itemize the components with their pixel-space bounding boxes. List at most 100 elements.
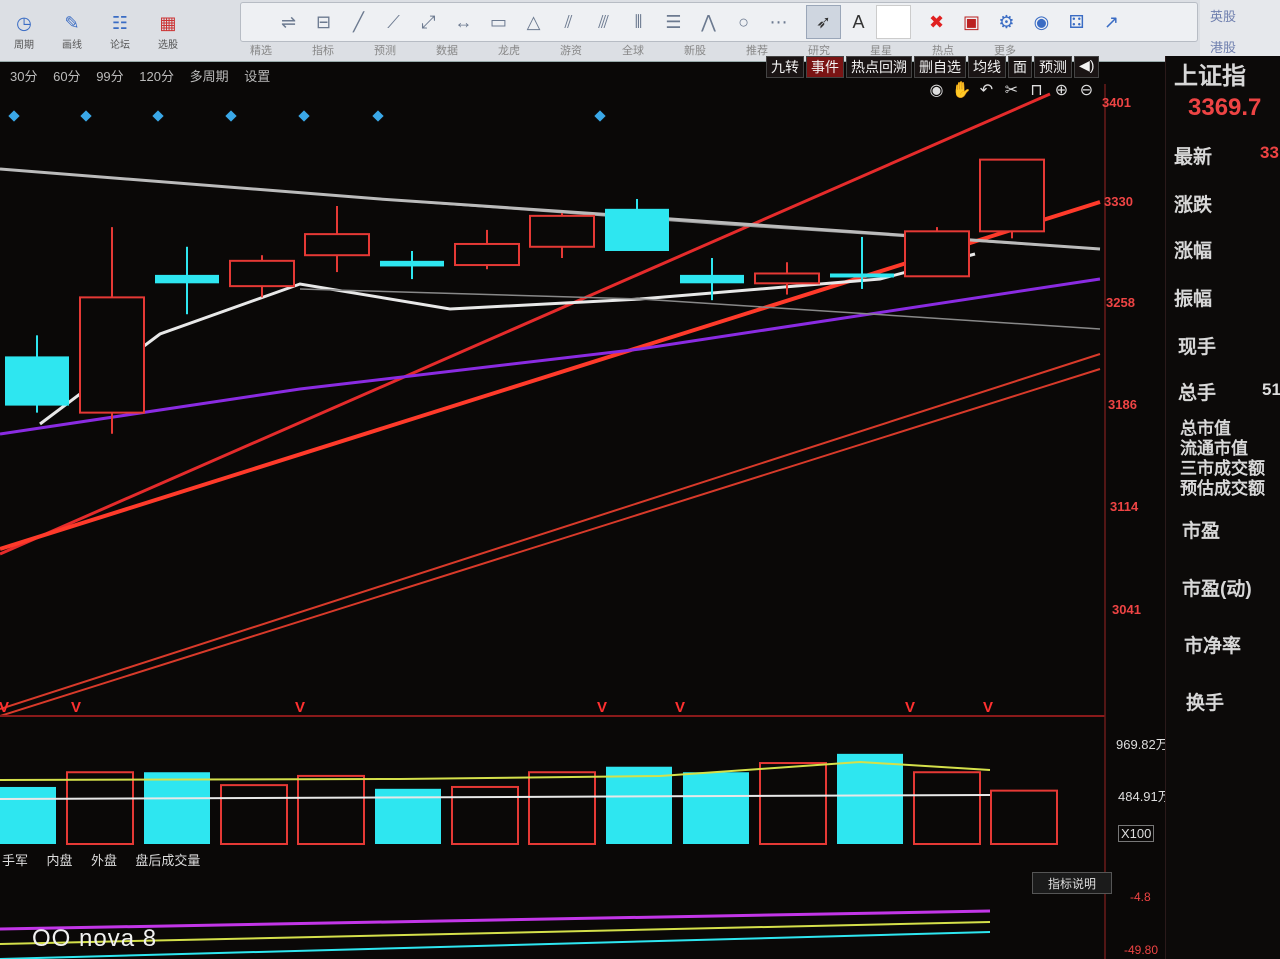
toolbar-label[interactable]: 全球 xyxy=(622,42,644,62)
candle-body[interactable] xyxy=(155,274,219,284)
eye-icon[interactable]: ◉ xyxy=(1024,5,1059,39)
period-settings[interactable]: 设置 xyxy=(244,69,270,84)
tab-nine-turn[interactable]: 九转 xyxy=(766,56,804,78)
volume-bar[interactable] xyxy=(66,771,134,845)
event-diamond[interactable] xyxy=(372,110,384,122)
candle-body[interactable] xyxy=(754,272,820,285)
toolbar-label[interactable]: 预测 xyxy=(374,42,396,62)
candle-body[interactable] xyxy=(79,296,145,414)
equal-line-icon[interactable]: ⇌ xyxy=(271,5,306,39)
volume-bar[interactable] xyxy=(837,753,903,844)
more-icon[interactable]: ⋯ xyxy=(761,5,796,39)
indicator-explain-button[interactable]: 指标说明 xyxy=(1032,872,1112,894)
event-diamond[interactable] xyxy=(594,110,606,122)
fan-tool-icon[interactable]: ⫽ xyxy=(551,5,586,39)
volume-bar[interactable] xyxy=(990,789,1058,846)
text-icon[interactable]: A xyxy=(841,5,876,39)
volume-bar[interactable] xyxy=(683,772,749,844)
event-diamond[interactable] xyxy=(152,110,164,122)
wave-tool-icon[interactable]: ⋀ xyxy=(691,5,726,39)
sound-icon[interactable]: ◀) xyxy=(1074,56,1100,78)
volume-bar[interactable] xyxy=(606,766,672,844)
delete-icon[interactable]: ✖ xyxy=(919,5,954,39)
draw-button[interactable]: ✎ 画线 xyxy=(48,0,96,62)
tab-events[interactable]: 事件 xyxy=(806,56,844,78)
tab-remove-watch[interactable]: 删自选 xyxy=(914,56,966,78)
toolbar-label[interactable]: 新股 xyxy=(684,42,706,62)
candle-body[interactable] xyxy=(229,259,295,288)
candle-body[interactable] xyxy=(680,274,744,284)
tab-inner[interactable]: 内盘 xyxy=(46,853,72,868)
volume-bar[interactable] xyxy=(220,784,288,845)
volume-bar[interactable] xyxy=(0,786,56,844)
tab-moving-average[interactable]: 均线 xyxy=(968,56,1006,78)
candle-body[interactable] xyxy=(529,214,595,248)
period-30m[interactable]: 30分 xyxy=(10,69,37,84)
volume-bar[interactable] xyxy=(144,772,210,844)
settings-icon[interactable]: ⚙ xyxy=(989,5,1024,39)
period-120m[interactable]: 120分 xyxy=(139,69,174,84)
event-diamond[interactable] xyxy=(298,110,310,122)
line-tool-icon[interactable]: ╱ xyxy=(341,5,376,39)
row-pe-dynamic: 市盈(动) xyxy=(1182,579,1252,600)
triangle-tool-icon[interactable]: △ xyxy=(516,5,551,39)
event-diamond[interactable] xyxy=(80,110,92,122)
period-lines-icon[interactable]: ⦀ xyxy=(621,5,656,39)
period-99m[interactable]: 99分 xyxy=(96,69,123,84)
candle-body[interactable] xyxy=(830,273,894,278)
candle-body[interactable] xyxy=(5,356,69,406)
period-60m[interactable]: 60分 xyxy=(53,69,80,84)
circle-tool-icon[interactable]: ○ xyxy=(726,5,761,39)
tab-panel[interactable]: 面 xyxy=(1008,56,1032,78)
candle-body[interactable] xyxy=(380,260,444,267)
forum-button[interactable]: ☷ 论坛 xyxy=(96,0,144,62)
candle-body[interactable] xyxy=(904,230,970,278)
volume-bar[interactable] xyxy=(451,785,519,846)
candle-body[interactable] xyxy=(304,233,370,257)
share-icon[interactable]: ↗ xyxy=(1094,5,1129,39)
forum-label: 论坛 xyxy=(110,39,130,51)
toolbar-label[interactable]: 精选 xyxy=(250,42,272,62)
rectangle-tool-icon[interactable]: ▭ xyxy=(481,5,516,39)
color-icon[interactable] xyxy=(876,5,911,39)
tab-forecast[interactable]: 预测 xyxy=(1034,56,1072,78)
volume-bar[interactable] xyxy=(759,762,827,845)
save-icon[interactable]: ▣ xyxy=(954,5,989,39)
latest-value: 33 xyxy=(1260,143,1279,162)
candle-body[interactable] xyxy=(979,158,1045,233)
index-price: 3369.7 xyxy=(1188,94,1262,121)
horizontal-line-icon[interactable]: ↔ xyxy=(446,5,481,39)
fibonacci-icon[interactable]: ☰ xyxy=(656,5,691,39)
kline-chart[interactable]: VVVVVVV xyxy=(0,84,1165,959)
group-icon[interactable]: ⚃ xyxy=(1059,5,1094,39)
event-diamond[interactable] xyxy=(225,110,237,122)
cursor-icon[interactable]: ➶ xyxy=(806,5,841,39)
tab-hand[interactable]: 手军 xyxy=(2,853,28,868)
segment-tool-icon[interactable]: ⤢ xyxy=(411,5,446,39)
parallel-tool-icon[interactable]: ⫻ xyxy=(586,5,621,39)
candle-body[interactable] xyxy=(454,242,520,267)
tab-after-hours-volume[interactable]: 盘后成交量 xyxy=(135,853,200,868)
tab-outer[interactable]: 外盘 xyxy=(91,853,117,868)
candle-body[interactable] xyxy=(605,208,669,251)
tab-hotspot-review[interactable]: 热点回溯 xyxy=(846,56,912,78)
price-axis-label: 3114 xyxy=(1110,499,1139,514)
period-multi[interactable]: 多周期 xyxy=(190,69,229,84)
toolbar-label[interactable]: 龙虎 xyxy=(498,42,520,62)
pen-icon: ✎ xyxy=(64,13,80,33)
row-latest: 最新 xyxy=(1174,147,1213,168)
toolbar-label[interactable]: 数据 xyxy=(436,42,458,62)
volume-bar[interactable] xyxy=(528,771,596,845)
stock-picker-button[interactable]: ▦ 选股 xyxy=(144,0,192,62)
ray-tool-icon[interactable]: ⟋ xyxy=(376,5,411,39)
channel-icon[interactable]: ⊟ xyxy=(306,5,341,39)
event-diamond[interactable] xyxy=(8,110,20,122)
toolbar-label[interactable]: 指标 xyxy=(312,42,334,62)
toolbar-label[interactable]: 推荐 xyxy=(746,42,768,62)
volume-bar[interactable] xyxy=(913,771,981,845)
uk-stock-tab[interactable]: 英股 xyxy=(1200,0,1280,31)
volume-bar[interactable] xyxy=(297,774,365,845)
toolbar-label[interactable]: 游资 xyxy=(560,42,582,62)
period-button[interactable]: ◷ 周期 xyxy=(0,0,48,62)
row-estimated-volume: 预估成交额 xyxy=(1180,479,1265,498)
